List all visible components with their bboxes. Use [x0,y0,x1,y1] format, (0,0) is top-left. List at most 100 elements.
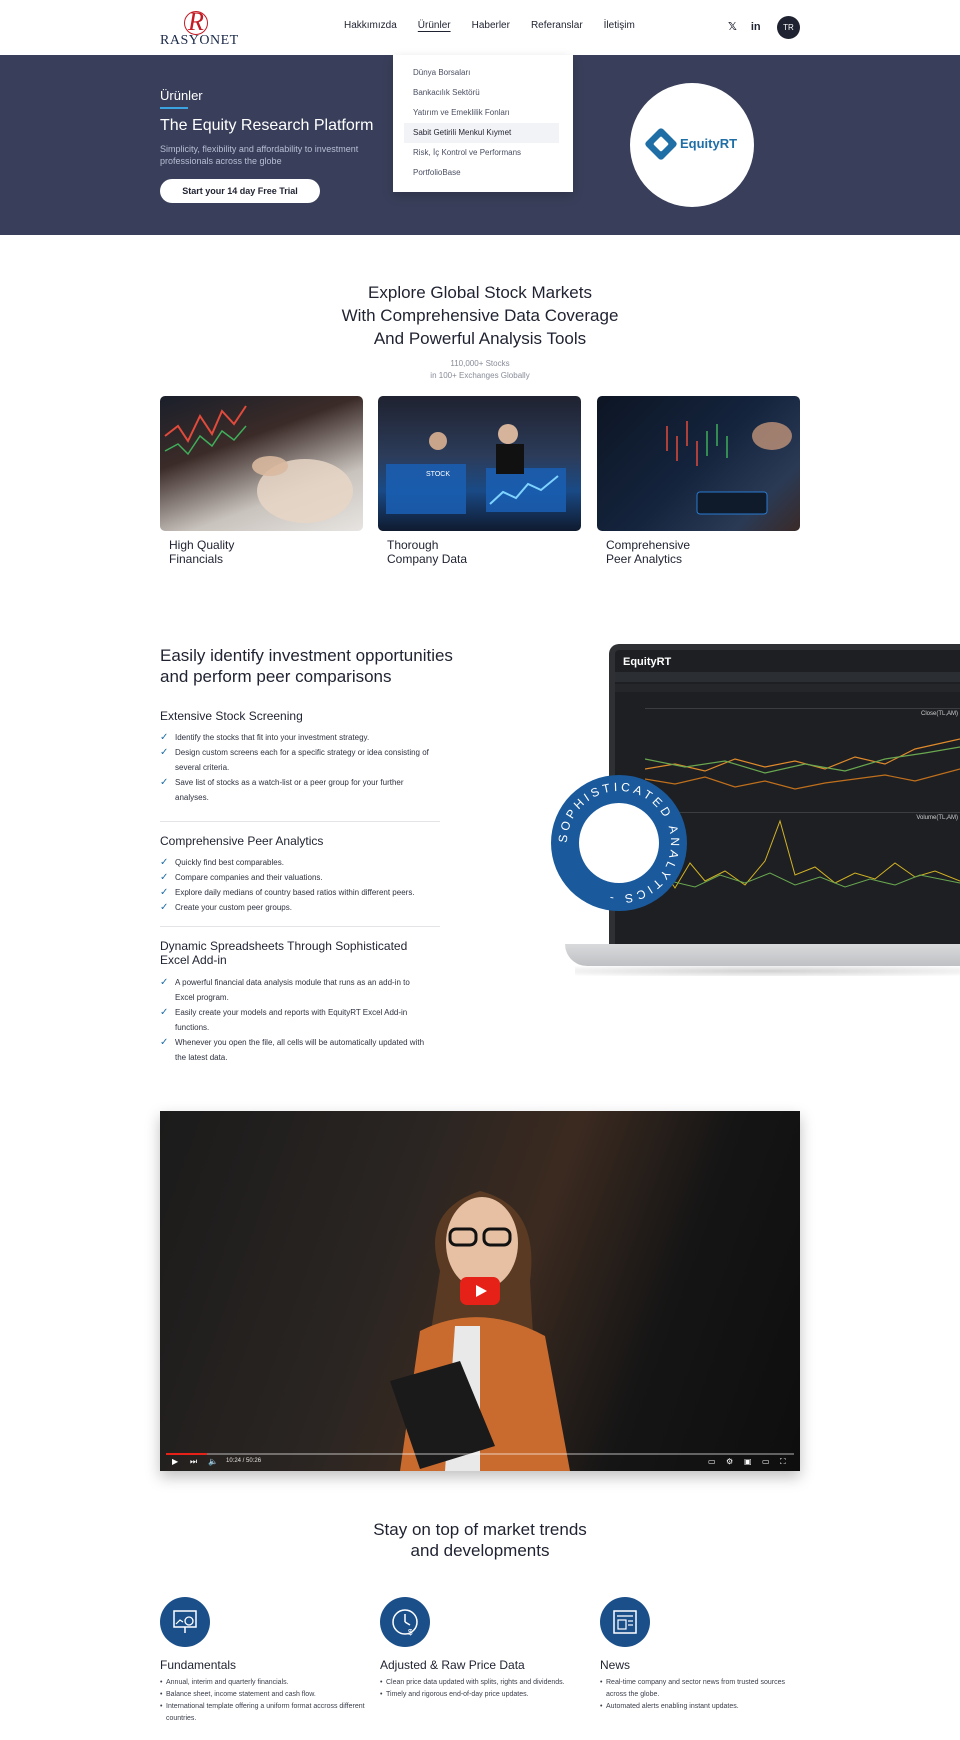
list-item: Easily create your models and reports wi… [160,1005,430,1035]
list-item: Identify the stocks that fit into your i… [160,730,430,745]
card-label-company-data: Thorough Company Data [387,538,467,566]
newspaper-icon [600,1597,650,1647]
presentation-chart-icon [160,1597,210,1647]
equityrt-logo-circle: EquityRT [630,83,754,207]
list-item: Annual, interim and quarterly financials… [160,1677,365,1689]
dropdown-item-fixed-income[interactable]: Sabit Getirili Menkul Kıymet [404,123,559,143]
linkedin-icon[interactable]: in [751,21,761,33]
svg-text:$: $ [408,1628,413,1637]
dropdown-item-risk[interactable]: Risk, İç Kontrol ve Performans [393,143,573,163]
nav-products[interactable]: Ürünler [418,20,451,31]
dropdown-item-funds[interactable]: Yatırım ve Emeklilik Fonları [393,103,573,123]
list-item: International template offering a unifor… [160,1701,365,1725]
equityrt-logo-text: EquityRT [680,136,738,151]
service-title-fundamentals: Fundamentals [160,1658,237,1672]
feature-head-screening: Extensive Stock Screening [160,709,303,723]
hero-subtitle: Simplicity, flexibility and affordabilit… [160,144,359,166]
card-label-peer-line2: Peer Analytics [606,552,683,566]
list-item: Save list of stocks as a watch-list or a… [160,775,430,805]
play-button[interactable] [460,1277,500,1305]
badge-text-ring: SOPHISTICATED ANALYTICS - [556,780,682,906]
service-list-fundamentals: Annual, interim and quarterly financials… [160,1677,365,1725]
service-title-price-data: Adjusted & Raw Price Data [380,1658,525,1672]
list-item: Design custom screens each for a specifi… [160,745,430,775]
feature-head-peer: Comprehensive Peer Analytics [160,834,324,848]
nav-references[interactable]: Referanslar [531,20,583,31]
list-item: Compare companies and their valuations. [160,870,430,885]
logo-text: RASYONET [160,33,239,48]
social-links: 𝕏 in [728,20,775,34]
card-label-peer-line1: Comprehensive [606,538,691,552]
laptop-base [565,944,960,966]
products-dropdown: Dünya Borsaları Bankacılık Sektörü Yatır… [393,55,573,192]
card-label-company-line1: Thorough [387,538,439,552]
video-progress-fill [166,1453,207,1455]
financials-chart-graphic [164,405,353,523]
play-icon[interactable]: ▶ [172,1457,178,1466]
list-item: A powerful financial data analysis modul… [160,975,430,1005]
dropdown-item-banking[interactable]: Bankacılık Sektörü [393,83,573,103]
settings-icon[interactable]: ⚙ [726,1457,733,1466]
nav-about[interactable]: Hakkımızda [344,20,397,31]
stock-screen-label: STOCK [426,471,450,478]
list-item: Explore daily medians of country based r… [160,885,430,900]
list-item: Clean price data updated with splits, ri… [380,1677,585,1689]
hero-eyebrow: Ürünler [160,88,203,103]
equityrt-mark-icon [644,127,678,161]
price-lines [644,738,960,790]
dropdown-item-world-exchanges[interactable]: Dünya Borsaları [393,63,573,83]
feature-head-excel-line2: Excel Add-in [160,953,227,967]
theater-icon[interactable]: ▭ [762,1457,770,1466]
explore-title-line3: And Powerful Analysis Tools [373,329,587,348]
card-label-financials-line1: High Quality [169,538,235,552]
main-nav: Hakkımızda Ürünler Haberler Referanslar … [344,20,656,31]
feature-head-excel: Dynamic Spreadsheets Through Sophisticat… [160,939,440,967]
features-title-line2: and perform peer comparisons [160,667,392,686]
hero-title: The Equity Research Platform [160,117,374,134]
volume-lines [644,819,960,890]
nav-contact[interactable]: İletişim [604,20,635,31]
company-data-image: STOCK [378,396,581,531]
feature-divider [160,926,440,927]
screen-tabs [615,684,960,692]
features-title-line1: Easily identify investment opportunities [160,646,453,665]
video-progress-bar[interactable] [166,1453,794,1455]
badge-text: SOPHISTICATED ANALYTICS - [556,780,679,906]
free-trial-button[interactable]: Start your 14 day Free Trial [160,179,320,203]
price-plot: Close(TL,AM) [644,708,960,803]
sophisticated-analytics-badge: SOPHISTICATED ANALYTICS - [551,775,687,911]
feature-list-peer: Quickly find best comparables. Compare c… [160,855,430,915]
svg-text:SOPHISTICATED ANALYTICS -: SOPHISTICATED ANALYTICS - [556,780,682,906]
financials-image [160,396,363,531]
clock-dollar-icon: $ [380,1597,430,1647]
explore-title-line1: Explore Global Stock Markets [368,283,592,302]
feature-divider [160,821,440,822]
language-switch[interactable]: TR [777,16,800,39]
card-label-peer-analytics: Comprehensive Peer Analytics [606,538,690,566]
list-item: Automated alerts enabling instant update… [600,1701,805,1713]
volume-icon[interactable]: 🔈 [208,1457,218,1466]
list-item: Timely and rigorous end-of-day price upd… [380,1689,585,1701]
service-list-news: Real-time company and sector news from t… [600,1677,805,1713]
twitter-icon[interactable]: 𝕏 [728,20,737,33]
list-item: Whenever you open the file, all cells wi… [160,1035,430,1065]
service-title-news: News [600,1658,631,1672]
card-label-financials: High Quality Financials [169,538,234,566]
list-item: Quickly find best comparables. [160,855,430,870]
list-item: Real-time company and sector news from t… [600,1677,805,1701]
screen-logo: EquityRT [623,656,672,668]
screen-toolbar [615,672,960,682]
rasyonet-logo[interactable]: R RASYONET [160,9,239,49]
volume-plot: Volume(TL,AM) [644,812,960,902]
video-thumbnail-person [390,1191,570,1471]
next-icon[interactable]: ⏭ [190,1457,197,1467]
feature-list-screening: Identify the stocks that fit into your i… [160,730,430,805]
captions-icon[interactable]: ▭ [708,1457,716,1466]
miniplayer-icon[interactable]: ▣ [744,1457,752,1466]
hero-accent-line [160,107,188,109]
nav-news[interactable]: Haberler [472,20,510,31]
fullscreen-icon[interactable]: ⛶ [780,1457,786,1467]
explore-title-line2: With Comprehensive Data Coverage [341,306,619,325]
dropdown-item-portfoliobase[interactable]: PortfolioBase [393,163,573,183]
video-player[interactable]: ▶ ⏭ 🔈 10:24 / 50:26 ▭ ⚙ ▣ ▭ ⛶ [160,1111,800,1471]
